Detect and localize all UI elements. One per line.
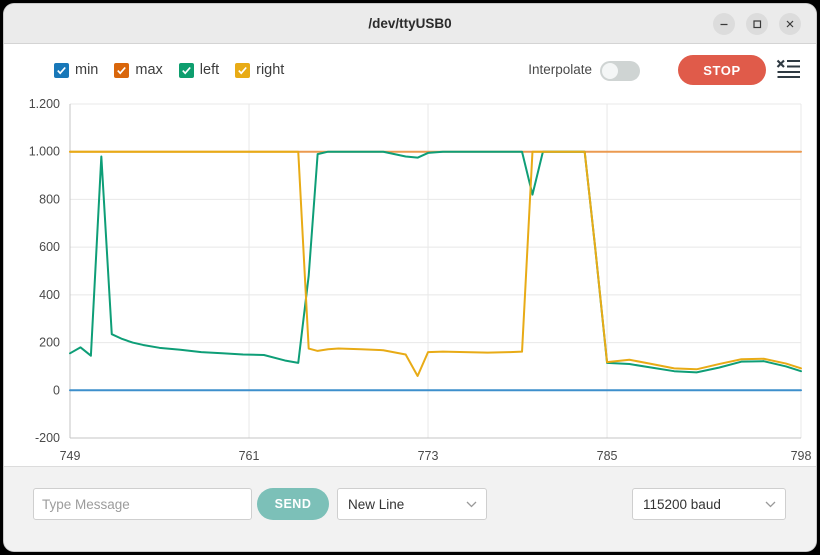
series-checkbox-max[interactable]: max: [114, 62, 162, 78]
check-icon: [116, 65, 127, 76]
y-tick-label: 600: [39, 240, 60, 254]
close-button[interactable]: [779, 13, 801, 35]
chart-gridlines: [70, 104, 801, 438]
baud-rate-value: 115200 baud: [643, 489, 721, 521]
chevron-down-icon: [765, 501, 776, 508]
close-icon: [784, 18, 796, 30]
clear-list-glyph: [776, 58, 802, 82]
maximize-icon: [751, 18, 763, 30]
series-label-left: left: [200, 62, 219, 78]
checkbox-left-box[interactable]: [179, 63, 194, 78]
line-ending-value: New Line: [348, 489, 404, 521]
y-tick-label: 1.200: [29, 97, 60, 111]
chart-series-lines: [70, 152, 801, 391]
check-icon: [181, 65, 192, 76]
clear-list-icon[interactable]: [776, 58, 802, 82]
check-icon: [237, 65, 248, 76]
y-axis-tick-labels: -200 0 200 400 600 800 1.000 1.200: [29, 97, 60, 445]
chart-axes: [70, 104, 801, 438]
series-checkbox-right[interactable]: right: [235, 62, 284, 78]
series-checkbox-min[interactable]: min: [54, 62, 98, 78]
app-window: /dev/ttyUSB0: [4, 4, 816, 551]
maximize-button[interactable]: [746, 13, 768, 35]
x-tick-label: 798: [791, 449, 812, 463]
chart-toolbar: min max left: [4, 44, 816, 96]
interpolate-toggle[interactable]: [600, 61, 640, 81]
y-tick-label: 1.000: [29, 145, 60, 159]
y-tick-label: -200: [35, 431, 60, 445]
x-tick-label: 773: [418, 449, 439, 463]
minimize-icon: [718, 18, 730, 30]
x-tick-label: 785: [597, 449, 618, 463]
x-tick-label: 749: [60, 449, 81, 463]
interpolate-label: Interpolate: [528, 44, 592, 96]
message-input[interactable]: [33, 488, 252, 520]
minimize-button[interactable]: [713, 13, 735, 35]
send-button[interactable]: SEND: [257, 488, 329, 520]
toggle-knob: [602, 63, 618, 79]
series-label-right: right: [256, 62, 284, 78]
series-line-left: [70, 152, 801, 373]
y-tick-label: 400: [39, 288, 60, 302]
chart-area[interactable]: -200 0 200 400 600 800 1.000 1.200 749 761 773 785…: [4, 96, 816, 466]
series-label-max: max: [135, 62, 162, 78]
stop-button[interactable]: STOP: [678, 55, 766, 85]
line-ending-select[interactable]: New Line: [337, 488, 487, 520]
baud-rate-select[interactable]: 115200 baud: [632, 488, 786, 520]
y-tick-label: 200: [39, 336, 60, 350]
check-icon: [56, 65, 67, 76]
y-tick-label: 800: [39, 192, 60, 206]
series-checkbox-group: min max left: [54, 44, 284, 96]
y-tick-label: 0: [53, 383, 60, 397]
checkbox-min-box[interactable]: [54, 63, 69, 78]
line-chart[interactable]: -200 0 200 400 600 800 1.000 1.200 749 761 773 785…: [4, 96, 816, 466]
checkbox-max-box[interactable]: [114, 63, 129, 78]
title-bar: /dev/ttyUSB0: [4, 4, 816, 44]
series-checkbox-left[interactable]: left: [179, 62, 219, 78]
x-tick-label: 761: [239, 449, 260, 463]
x-axis-tick-labels: 749 761 773 785 798: [60, 449, 812, 463]
chevron-down-icon: [466, 501, 477, 508]
window-title: /dev/ttyUSB0: [4, 4, 816, 44]
checkbox-right-box[interactable]: [235, 63, 250, 78]
bottom-bar: SEND New Line 115200 baud: [4, 466, 816, 551]
series-label-min: min: [75, 62, 98, 78]
